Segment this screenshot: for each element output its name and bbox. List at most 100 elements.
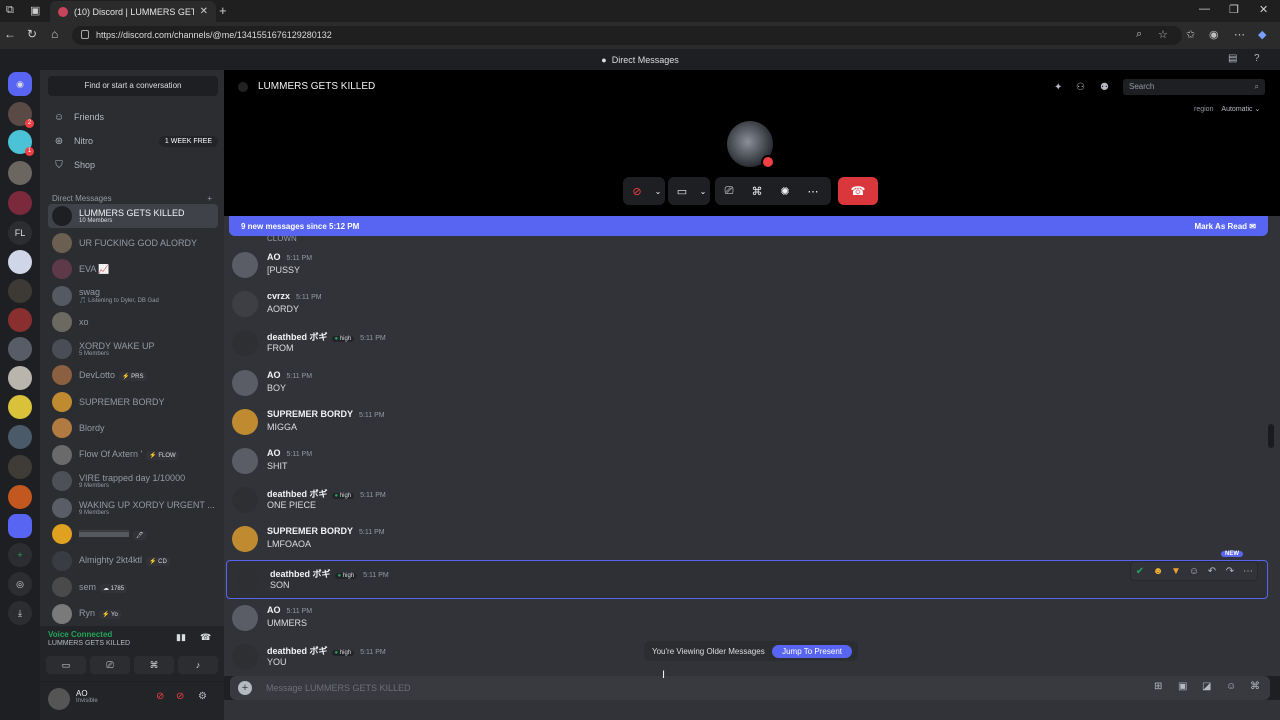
- screen-share-button[interactable]: ⎚: [90, 656, 130, 674]
- dm-item[interactable]: swag 🎵 Listening to Dyler, DB Gad: [48, 284, 218, 308]
- mic-muted-icon[interactable]: ⊘: [156, 691, 164, 702]
- message-item[interactable]: deathbed ボギ ● high 5:11 PM SON: [226, 559, 1268, 599]
- dm-item[interactable]: sem ☁ 1785: [48, 575, 218, 599]
- message-item[interactable]: AO 5:11 PM [PUSSY: [224, 246, 1268, 285]
- avatar[interactable]: [232, 369, 258, 396]
- mic-muted-icon[interactable]: ⊘: [623, 177, 651, 205]
- gift-icon[interactable]: ⊞: [1154, 681, 1162, 692]
- message-input[interactable]: [266, 680, 1126, 696]
- activity-button[interactable]: ⌘: [134, 656, 174, 674]
- chat-scrollbar[interactable]: [1268, 424, 1274, 448]
- sticker-icon[interactable]: ◪: [1202, 681, 1211, 692]
- server-icon[interactable]: [8, 161, 32, 185]
- download-icon[interactable]: ⤓: [8, 601, 32, 625]
- home-icon[interactable]: ⌂: [51, 27, 58, 41]
- server-folder[interactable]: FL: [8, 221, 32, 245]
- back-icon[interactable]: ←: [4, 27, 16, 41]
- members-icon[interactable]: ⚉: [1100, 82, 1109, 93]
- restore-icon[interactable]: ❐: [1229, 3, 1239, 16]
- jump-to-present-button[interactable]: Jump To Present: [772, 644, 852, 658]
- call-participant-avatar[interactable]: [727, 121, 775, 169]
- region-selector[interactable]: region Automatic ⌄: [1194, 105, 1260, 113]
- end-call-button[interactable]: ☎: [838, 177, 878, 205]
- dm-item[interactable]: Almighty 2kt4ktl ⚡ CD: [48, 549, 218, 573]
- attach-plus-icon[interactable]: +: [238, 681, 252, 695]
- server-icon[interactable]: [8, 425, 32, 449]
- workspaces-icon[interactable]: ⧉: [6, 4, 14, 17]
- message-author[interactable]: deathbed ボギ ● high 5:11 PM: [267, 330, 386, 343]
- author-name[interactable]: AO: [267, 370, 281, 380]
- create-dm-icon[interactable]: +: [207, 194, 212, 203]
- reaction-emoji-icon[interactable]: ☻: [1149, 562, 1167, 580]
- message-item[interactable]: SUPREMER BORDY 5:11 PM MIGGA: [224, 403, 1268, 442]
- message-item[interactable]: cvrzx 5:11 PM AORDY: [224, 285, 1268, 324]
- emoji-icon[interactable]: ☺: [1226, 681, 1236, 692]
- signal-icon[interactable]: ▮▮: [176, 632, 186, 643]
- message-author[interactable]: SUPREMER BORDY 5:11 PM: [267, 409, 385, 419]
- dm-item[interactable]: VIRE trapped day 1/10000 9 Members: [48, 469, 218, 493]
- more-icon[interactable]: ⋯: [1234, 28, 1245, 41]
- dm-item[interactable]: Blordy: [48, 416, 218, 440]
- server-icon[interactable]: [8, 366, 32, 390]
- message-author[interactable]: deathbed ボギ ● high 5:11 PM: [267, 644, 386, 657]
- dm-item[interactable]: XORDY WAKE UP 5 Members: [48, 337, 218, 361]
- dm-item[interactable]: UR FUCKING GOD ALORDY: [48, 231, 218, 255]
- gamepad-icon[interactable]: ⌘: [743, 177, 771, 205]
- voice-channel-name[interactable]: LUMMERS GETS KILLED: [48, 640, 130, 647]
- message-author[interactable]: AO 5:11 PM: [267, 605, 312, 615]
- region-value[interactable]: Automatic ⌄: [1221, 106, 1260, 113]
- server-icon[interactable]: [8, 191, 32, 215]
- forward-icon[interactable]: ↷: [1221, 562, 1239, 580]
- author-name[interactable]: AO: [267, 448, 281, 458]
- activities-icon[interactable]: ⌘: [1250, 681, 1260, 692]
- server-icon[interactable]: [8, 485, 32, 509]
- new-messages-bar[interactable]: 9 new messages since 5:12 PM Mark As Rea…: [229, 216, 1268, 236]
- tab-close-icon[interactable]: ✕: [200, 6, 208, 17]
- add-reaction-icon[interactable]: ☺: [1185, 562, 1203, 580]
- server-icon[interactable]: [8, 337, 32, 361]
- soundboard-button[interactable]: ♪: [178, 656, 218, 674]
- minimize-icon[interactable]: —: [1199, 3, 1210, 15]
- video-button[interactable]: ▭: [46, 656, 86, 674]
- server-icon[interactable]: 2: [8, 102, 34, 128]
- add-friends-icon[interactable]: ⚇: [1076, 82, 1085, 93]
- dm-item[interactable]: DevLotto ⚡ PRS: [48, 363, 218, 387]
- soundboard-icon[interactable]: ✺: [771, 177, 799, 205]
- avatar[interactable]: [232, 604, 258, 631]
- avatar[interactable]: [232, 408, 258, 435]
- chevron-down-icon[interactable]: ⌄: [696, 177, 710, 205]
- profile-icon[interactable]: ◉: [1209, 28, 1219, 41]
- server-icon[interactable]: [8, 455, 32, 479]
- avatar[interactable]: [232, 644, 258, 670]
- server-icon[interactable]: [8, 514, 32, 538]
- camera-control[interactable]: ▭ ⌄: [668, 177, 710, 205]
- avatar[interactable]: [48, 688, 70, 710]
- nav-nitro[interactable]: ⊛ Nitro 1 WEEK FREE: [48, 131, 218, 151]
- browser-tab[interactable]: (10) Discord | LUMMERS GETS KILLED ✕: [50, 1, 216, 22]
- author-name[interactable]: deathbed ボギ: [267, 646, 328, 656]
- dm-item[interactable]: Ryn ⚡ Yo: [48, 602, 218, 626]
- author-name[interactable]: deathbed ボギ: [267, 332, 328, 342]
- dm-item[interactable]: SUPREMER BORDY: [48, 390, 218, 414]
- favorite-icon[interactable]: ☆: [1158, 28, 1168, 41]
- dm-item[interactable]: LUMMERS GETS KILLED 10 Members: [48, 204, 218, 228]
- discord-home-icon[interactable]: ◉: [8, 72, 32, 96]
- tab-actions-icon[interactable]: ▣: [30, 4, 40, 17]
- message-item[interactable]: deathbed ボギ ● high 5:11 PM ONE PIECE: [224, 481, 1268, 520]
- inbox-icon[interactable]: ▤: [1228, 53, 1237, 64]
- camera-off-icon[interactable]: ▭: [668, 177, 696, 205]
- avatar[interactable]: [232, 252, 258, 278]
- server-icon[interactable]: [8, 308, 32, 332]
- author-name[interactable]: AO: [267, 605, 281, 615]
- reaction-triangle-icon[interactable]: ▼: [1167, 562, 1185, 580]
- server-icon[interactable]: [8, 395, 32, 419]
- chevron-down-icon[interactable]: ⌄: [651, 177, 665, 205]
- reply-icon[interactable]: ↶: [1203, 562, 1221, 580]
- add-server-icon[interactable]: +: [8, 543, 32, 567]
- server-icon[interactable]: [8, 250, 32, 274]
- message-item[interactable]: SUPREMER BORDY 5:11 PM LMFOAOA: [224, 520, 1268, 559]
- message-author[interactable]: AO 5:11 PM: [267, 370, 312, 380]
- deafened-icon[interactable]: ⊘: [176, 691, 184, 702]
- mark-as-read-button[interactable]: Mark As Read ✉: [1194, 222, 1256, 231]
- message-author[interactable]: AO 5:11 PM: [267, 448, 312, 458]
